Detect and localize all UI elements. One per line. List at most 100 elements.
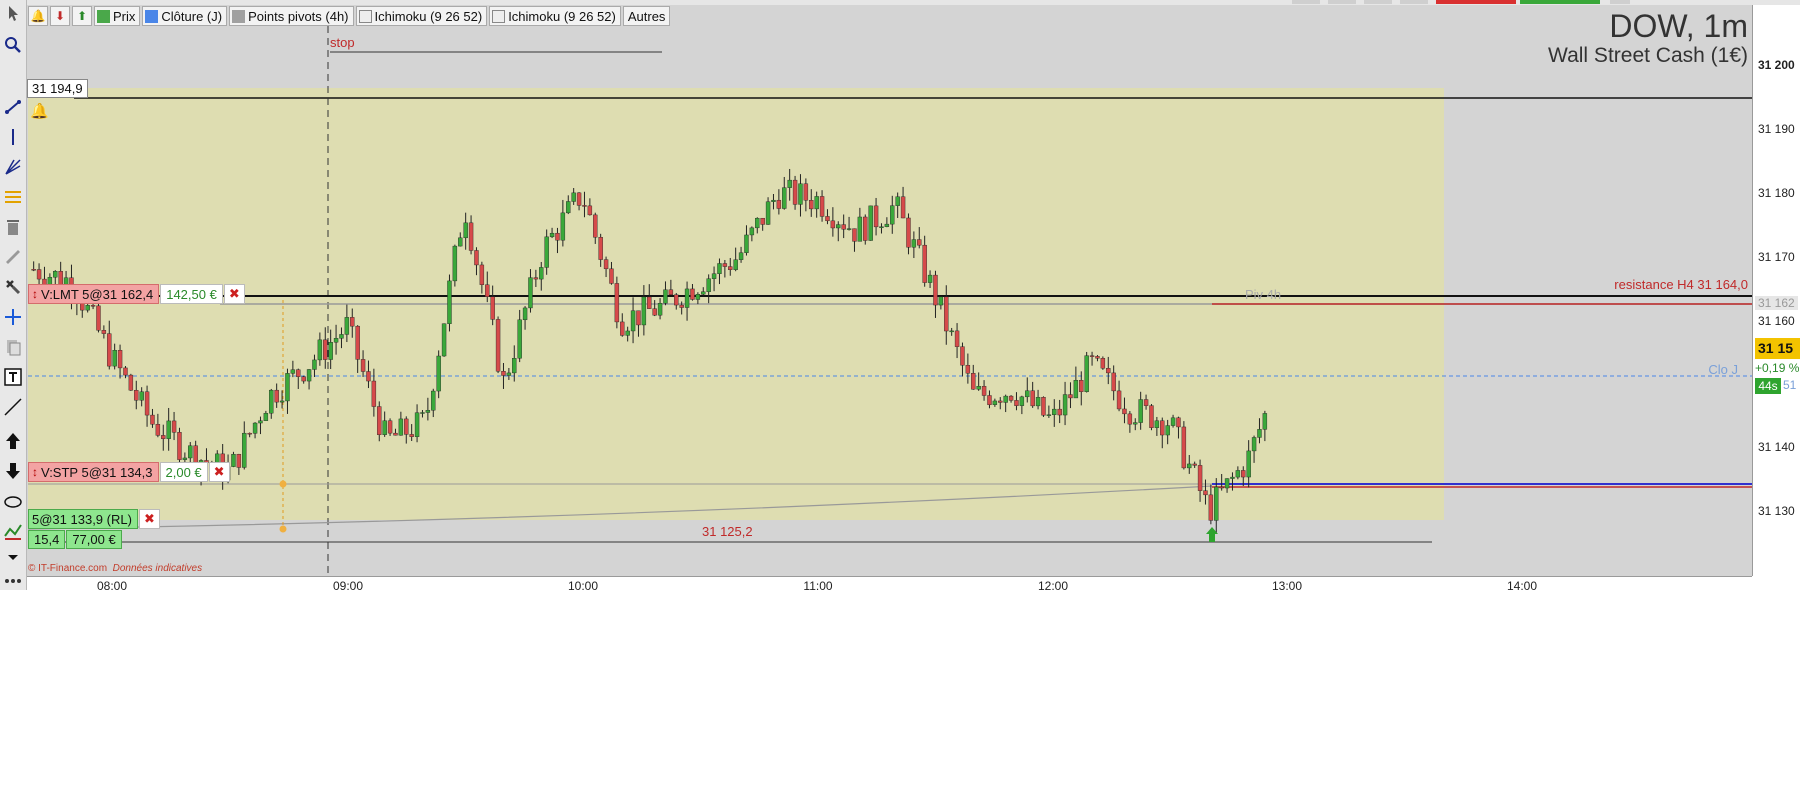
bear-candle bbox=[587, 205, 593, 216]
bear-candle bbox=[1079, 380, 1084, 392]
price-variation: +0,19 % bbox=[1755, 361, 1800, 375]
bull-candle bbox=[571, 192, 576, 202]
bear-candle bbox=[987, 395, 992, 405]
bear-candle bbox=[954, 330, 960, 347]
position-label[interactable]: 5@31 133,9 (RL) bbox=[28, 509, 138, 529]
stop-order-tag[interactable]: ↕ V:STP 5@31 134,3 2,00 € ✖ bbox=[28, 462, 230, 482]
bear-candle bbox=[1116, 390, 1122, 410]
bull-candle bbox=[139, 391, 144, 401]
bear-candle bbox=[776, 199, 782, 209]
bull-candle bbox=[1062, 394, 1068, 416]
time-axis-label: 13:00 bbox=[1271, 579, 1303, 593]
bull-candle bbox=[1262, 413, 1268, 430]
bear-candle bbox=[609, 268, 614, 284]
bear-candle bbox=[274, 389, 279, 403]
legend-item-price[interactable]: Prix bbox=[94, 6, 141, 26]
time-axis-label: 11:00 bbox=[803, 579, 833, 593]
bear-candle bbox=[803, 183, 809, 201]
indicator-legend: 🔔 ⬇ ⬆ Prix Clôture (J) Points pivots (4h… bbox=[28, 6, 672, 26]
bull-candle bbox=[927, 274, 933, 283]
alert-bell-icon[interactable]: 🔔 bbox=[28, 6, 48, 26]
bear-candle bbox=[981, 386, 987, 396]
candle-timer: 44s bbox=[1755, 378, 1781, 394]
bear-candle bbox=[1095, 356, 1100, 359]
time-axis-label: 10:00 bbox=[567, 579, 599, 593]
alert-bell-icon[interactable]: 🔔 bbox=[30, 102, 49, 120]
bear-candle bbox=[582, 205, 587, 207]
bull-candle bbox=[285, 373, 290, 402]
bear-candle bbox=[1160, 420, 1165, 436]
stop-order-label[interactable]: ↕ V:STP 5@31 134,3 bbox=[28, 462, 159, 482]
stop-label: stop bbox=[330, 35, 355, 50]
bull-candle bbox=[242, 432, 247, 468]
buy-arrow-icon[interactable]: ⬆ bbox=[72, 6, 92, 26]
position-tag[interactable]: 5@31 133,9 (RL) ✖ bbox=[28, 509, 160, 529]
bear-candle bbox=[1197, 465, 1203, 491]
bear-candle bbox=[555, 232, 560, 241]
bear-candle bbox=[96, 305, 101, 331]
legend-swatch bbox=[232, 9, 246, 23]
bull-candle bbox=[976, 386, 981, 390]
bull-candle bbox=[420, 412, 425, 414]
bear-candle bbox=[1149, 405, 1154, 428]
position-pnl: 15,4 77,00 € bbox=[28, 530, 123, 549]
bear-candle bbox=[922, 244, 927, 283]
bear-candle bbox=[944, 296, 949, 332]
bull-candle bbox=[749, 227, 755, 236]
bull-candle bbox=[657, 303, 663, 316]
bear-candle bbox=[652, 308, 657, 316]
bull-candle bbox=[938, 296, 944, 306]
bear-candle bbox=[1068, 394, 1073, 399]
bull-candle bbox=[1025, 390, 1030, 398]
bull-candle bbox=[414, 412, 420, 437]
legend-label: Ichimoku (9 26 52) bbox=[374, 8, 483, 24]
resistance-line-label: resistance H4 31 164,0 bbox=[1614, 277, 1748, 292]
bull-candle bbox=[711, 273, 717, 279]
bull-candle bbox=[344, 317, 350, 335]
bear-candle bbox=[155, 424, 161, 436]
bull-candle bbox=[188, 445, 193, 459]
position-pnl-value: 77,00 € bbox=[66, 530, 122, 549]
bull-candle bbox=[431, 390, 436, 411]
bear-candle bbox=[1100, 358, 1106, 369]
bear-candle bbox=[1089, 355, 1095, 357]
drag-handle-icon[interactable]: ↕ bbox=[32, 465, 38, 479]
bull-candle bbox=[787, 179, 792, 188]
bear-candle bbox=[690, 288, 695, 300]
legend-item-pivots[interactable]: Points pivots (4h) bbox=[229, 6, 354, 26]
bear-candle bbox=[150, 414, 155, 425]
bull-candle bbox=[1019, 396, 1025, 406]
hline-price-box[interactable]: 31 194,9 bbox=[27, 79, 88, 98]
bear-candle bbox=[36, 269, 42, 280]
trading-chart-window: 31 200 31 190 31 180 31 170 31 160 31 14… bbox=[0, 0, 1800, 593]
limit-order-label[interactable]: ↕ V:LMT 5@31 162,4 bbox=[28, 284, 160, 304]
legend-item-close[interactable]: Clôture (J) bbox=[142, 6, 228, 26]
close-icon[interactable]: ✖ bbox=[208, 462, 230, 482]
bear-candle bbox=[722, 263, 728, 267]
close-icon[interactable]: ✖ bbox=[223, 284, 245, 304]
bear-candle bbox=[841, 224, 846, 230]
drag-handle-icon[interactable]: ↕ bbox=[32, 287, 38, 301]
limit-order-tag[interactable]: ↕ V:LMT 5@31 162,4 142,50 € ✖ bbox=[28, 284, 245, 304]
bull-candle bbox=[339, 334, 344, 339]
bear-candle bbox=[387, 420, 393, 434]
bear-candle bbox=[933, 274, 938, 306]
legend-item-ichimoku[interactable]: Ichimoku (9 26 52) bbox=[355, 6, 488, 26]
bear-candle bbox=[355, 325, 360, 360]
bull-candle bbox=[846, 228, 852, 230]
close-position-icon[interactable]: ✖ bbox=[138, 509, 160, 529]
bull-candle bbox=[814, 196, 819, 210]
bull-candle bbox=[328, 342, 333, 360]
legend-more-button[interactable]: Autres bbox=[622, 6, 671, 26]
bull-candle bbox=[85, 305, 90, 311]
sell-arrow-icon[interactable]: ⬇ bbox=[50, 6, 70, 26]
copyright-notice: © IT-Finance.com Données indicatives bbox=[28, 563, 202, 574]
bull-candle bbox=[1251, 437, 1257, 452]
price-axis-label: 31 190 bbox=[1758, 122, 1795, 136]
legend-item-ichimoku[interactable]: Ichimoku (9 26 52) bbox=[489, 6, 621, 26]
bull-candle bbox=[884, 223, 890, 227]
bull-candle bbox=[706, 278, 711, 292]
time-axis-label: 09:00 bbox=[332, 579, 364, 593]
bear-candle bbox=[917, 239, 922, 246]
bull-candle bbox=[684, 288, 690, 308]
